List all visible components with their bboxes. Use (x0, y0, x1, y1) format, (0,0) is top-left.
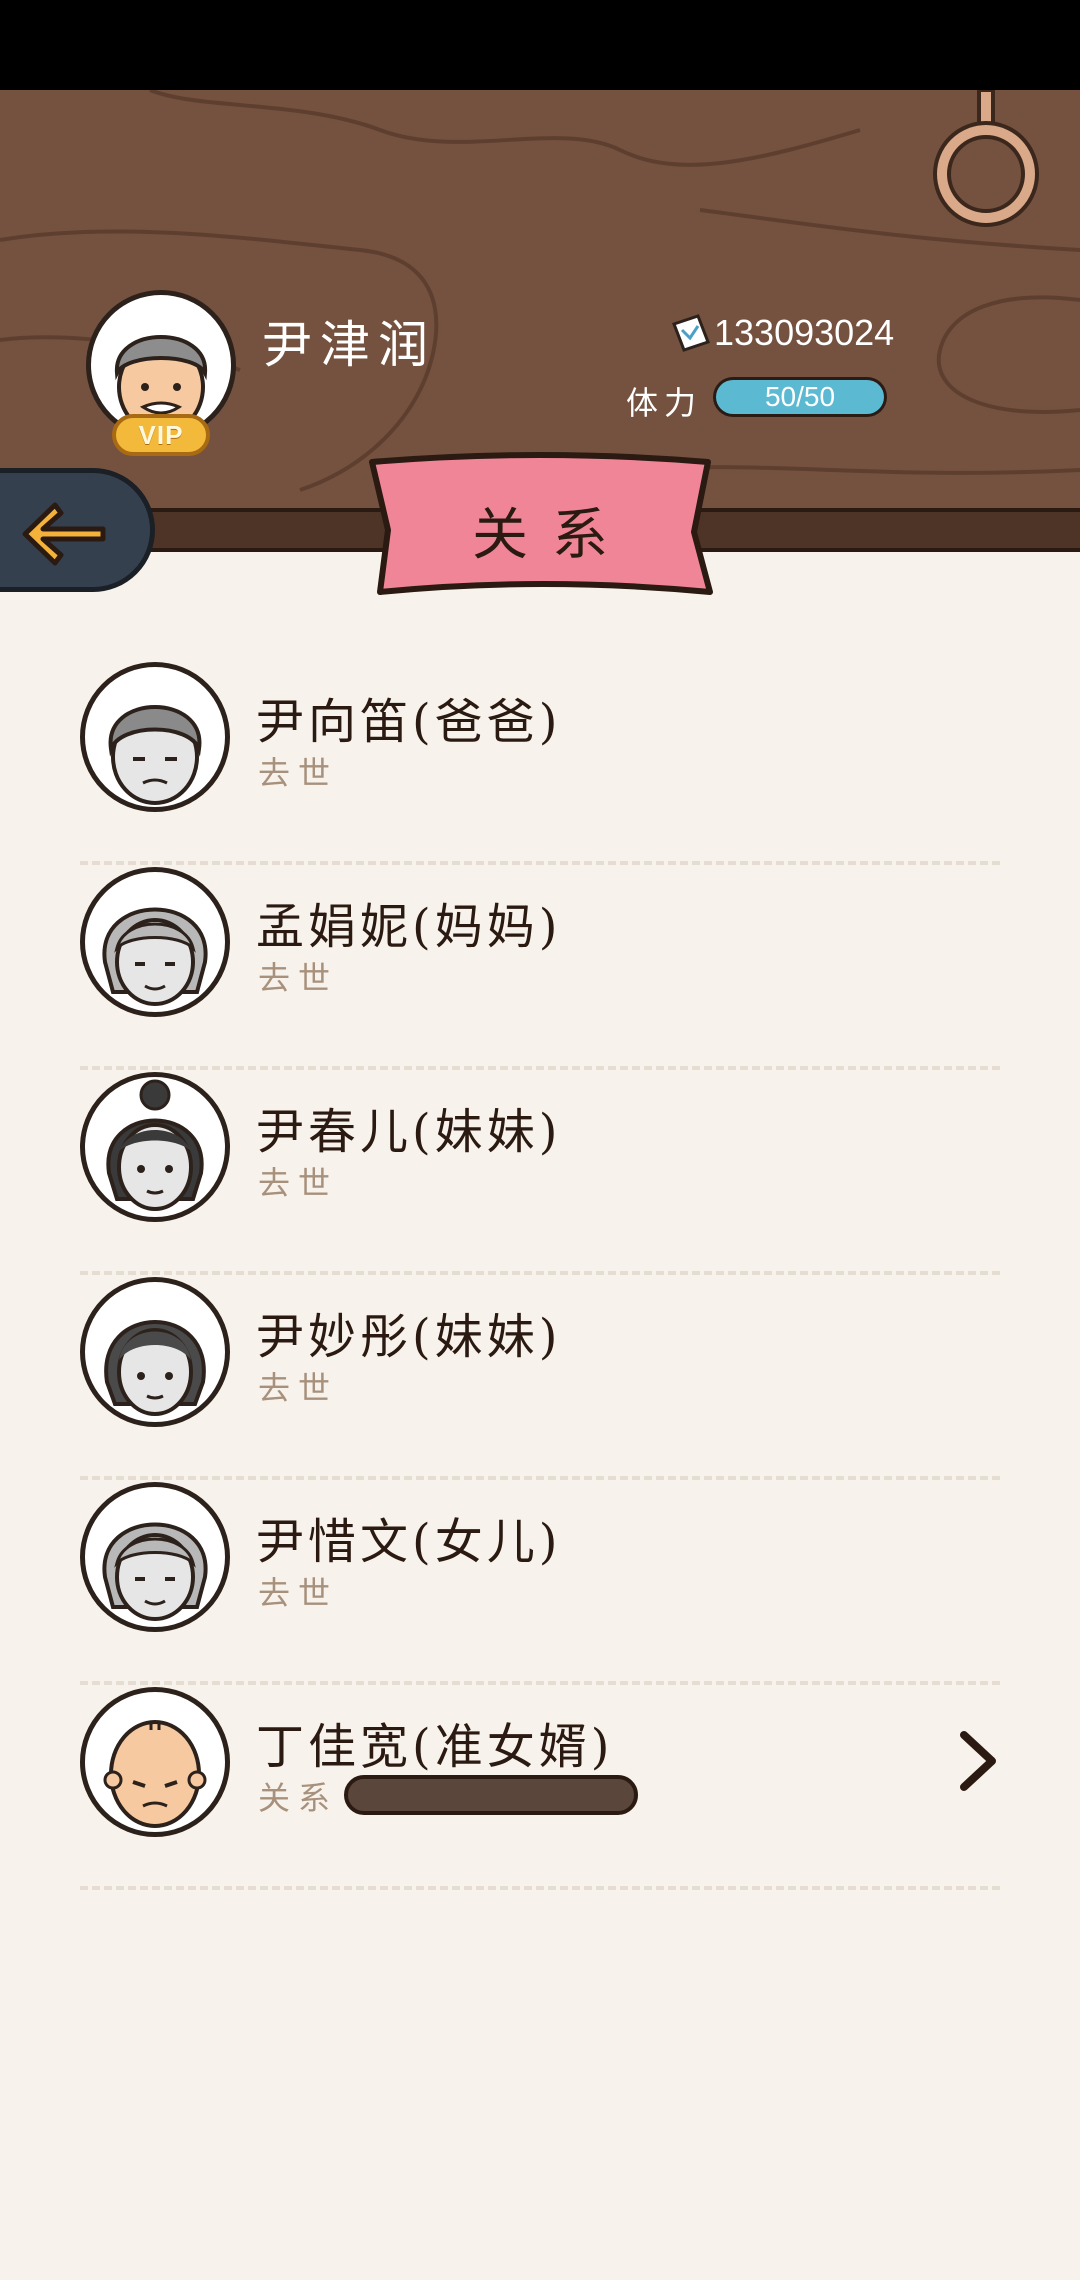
banknote-icon (672, 314, 710, 352)
woman-icon (104, 1320, 206, 1416)
relation-status: 去世 (258, 1164, 339, 1202)
list-item: 尹向笛(爸爸) 去世 (80, 660, 1000, 865)
stamina-label: 体力 (626, 384, 703, 422)
relation-avatar (80, 867, 230, 1017)
stamina-bar: 50/50 (713, 377, 887, 417)
old-man-icon (108, 705, 202, 805)
relation-avatar (80, 1482, 230, 1632)
relation-name: 尹妙彤(妹妹) (256, 1309, 562, 1365)
relation-avatar (80, 1687, 230, 1837)
player-name: 尹津润 (262, 316, 436, 374)
relation-name: 孟娟妮(妈妈) (256, 899, 562, 955)
relation-avatar (80, 1072, 230, 1222)
page-title: 关系 (472, 503, 632, 568)
stamina-value: 50/50 (716, 380, 884, 414)
old-woman-icon (102, 907, 208, 1006)
list-item: 尹惜文(女儿) 去世 (80, 1480, 1000, 1685)
relations-list: 尹向笛(爸爸) 去世 孟娟妮(妈妈) 去世 尹春儿(妹妹) 去世 尹妙彤(妹妹)… (80, 660, 1000, 1890)
back-button[interactable] (0, 468, 155, 592)
status-bar (0, 0, 1080, 90)
arrow-left-icon (22, 502, 106, 566)
relation-name: 尹向笛(爸爸) (256, 694, 562, 750)
list-item: 尹妙彤(妹妹) 去世 (80, 1275, 1000, 1480)
coin-balance: 133093024 (714, 312, 895, 353)
relation-status: 去世 (258, 1574, 339, 1612)
relation-status: 去世 (258, 959, 339, 997)
chevron-right-icon[interactable] (958, 1729, 998, 1793)
old-woman-icon (102, 1522, 208, 1621)
relation-avatar (80, 662, 230, 812)
list-item-son-in-law[interactable]: 丁佳宽(准女婿) 关系 (80, 1685, 1000, 1890)
relation-label: 关系 (258, 1779, 339, 1817)
relation-status: 去世 (258, 754, 339, 792)
bald-man-icon (103, 1720, 207, 1828)
list-item: 尹春儿(妹妹) 去世 (80, 1070, 1000, 1275)
relationship-bar (344, 1775, 638, 1815)
settings-ring-icon[interactable] (930, 90, 1040, 230)
list-item: 孟娟妮(妈妈) 去世 (80, 865, 1000, 1070)
relation-status: 去世 (258, 1369, 339, 1407)
woman-bun-icon (106, 1079, 204, 1211)
relation-name: 尹春儿(妹妹) (256, 1104, 562, 1160)
relation-avatar (80, 1277, 230, 1427)
vip-badge: VIP (112, 414, 210, 456)
player-avatar[interactable]: VIP (86, 290, 236, 460)
relation-name: 丁佳宽(准女婿) (256, 1719, 614, 1775)
relation-name: 尹惜文(女儿) (256, 1514, 562, 1570)
